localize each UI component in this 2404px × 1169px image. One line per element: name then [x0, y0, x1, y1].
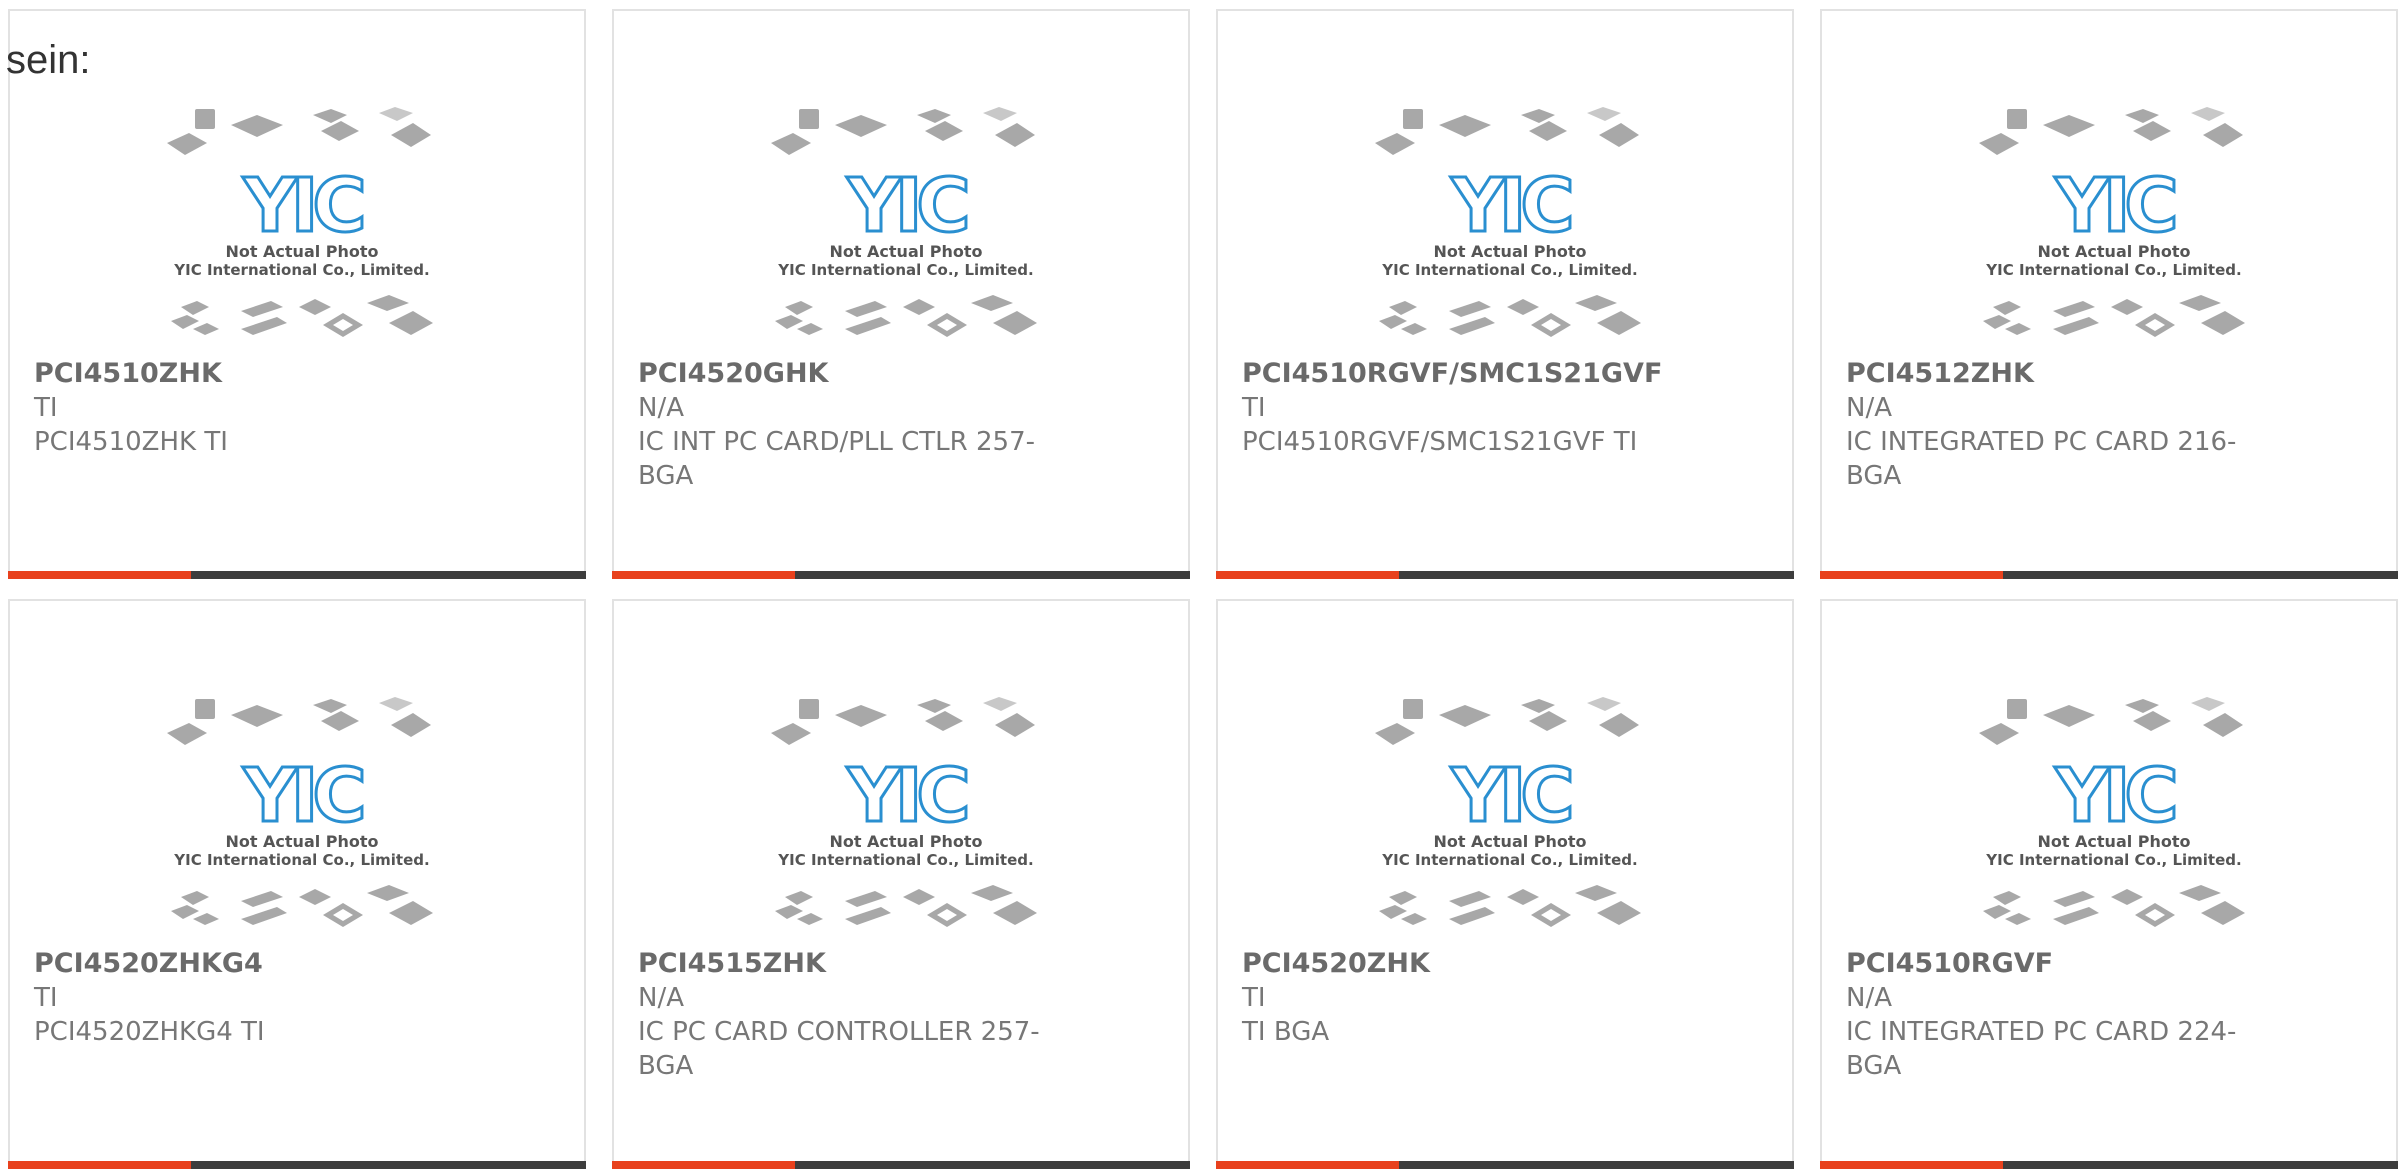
card-accent-bar — [1820, 1161, 2003, 1169]
company-caption: YIC International Co., Limited. — [1985, 851, 2241, 869]
product-image[interactable]: YIC Not Actual Photo YIC International Co.… — [1375, 693, 1645, 943]
product-card[interactable]: YIC Not Actual Photo YIC International Co.… — [8, 599, 586, 1169]
yic-logo: YIC — [2053, 162, 2182, 251]
part-number-link[interactable]: PCI4510ZHK — [34, 357, 454, 391]
manufacturer: N/A — [638, 393, 684, 423]
not-actual-photo-caption: Not Actual Photo — [2037, 242, 2190, 261]
product-info: PCI4515ZHK N/A IC PC CARD CONTROLLER 257… — [638, 947, 1058, 1083]
product-card[interactable]: YIC Not Actual Photo YIC International Co.… — [612, 9, 1190, 579]
product-description: PCI4520ZHKG4 TI — [34, 1017, 265, 1047]
manufacturer: TI — [1242, 393, 1266, 423]
svg-text:YIC: YIC — [1450, 163, 1570, 249]
card-accent-bar — [612, 1161, 795, 1169]
card-bottom-bar — [612, 1161, 1190, 1169]
yic-logo: YIC — [2053, 752, 2182, 841]
card-bottom-bar — [1820, 1161, 2398, 1169]
card-bottom-bar — [1216, 571, 1794, 579]
product-card[interactable]: YIC Not Actual Photo YIC International Co.… — [8, 9, 586, 579]
manufacturer: TI — [34, 983, 58, 1013]
svg-text:YIC: YIC — [846, 163, 966, 249]
card-bottom-bar — [8, 1161, 586, 1169]
not-actual-photo-caption: Not Actual Photo — [829, 242, 982, 261]
company-caption: YIC International Co., Limited. — [777, 851, 1033, 869]
part-number-link[interactable]: PCI4520ZHK — [1242, 947, 1662, 981]
card-accent-bar — [8, 1161, 191, 1169]
card-accent-bar — [612, 571, 795, 579]
product-info: PCI4510ZHK TI PCI4510ZHK TI — [34, 357, 454, 459]
product-info: PCI4520ZHK TI TI BGA — [1242, 947, 1662, 1049]
svg-text:YIC: YIC — [846, 753, 966, 839]
product-grid: YIC Not Actual Photo YIC International Co.… — [0, 0, 2404, 1169]
product-description: PCI4510RGVF/SMC1S21GVF TI — [1242, 427, 1638, 457]
product-info: PCI4520GHK N/A IC INT PC CARD/PLL CTLR 2… — [638, 357, 1058, 493]
product-card[interactable]: YIC Not Actual Photo YIC International Co.… — [1216, 599, 1794, 1169]
product-card[interactable]: YIC Not Actual Photo YIC International Co.… — [1820, 9, 2398, 579]
company-caption: YIC International Co., Limited. — [173, 851, 429, 869]
card-accent-bar — [1820, 571, 2003, 579]
product-image[interactable]: YIC Not Actual Photo YIC International Co.… — [167, 103, 437, 353]
manufacturer: N/A — [1846, 393, 1892, 423]
yic-logo: YIC — [241, 162, 370, 251]
product-info: PCI4510RGVF/SMC1S21GVF TI PCI4510RGVF/SM… — [1242, 357, 1662, 459]
manufacturer: N/A — [638, 983, 684, 1013]
card-bottom-bar — [1216, 1161, 1794, 1169]
company-caption: YIC International Co., Limited. — [1381, 261, 1637, 279]
part-number-link[interactable]: PCI4510RGVF/SMC1S21GVF — [1242, 357, 1662, 391]
svg-text:YIC: YIC — [2054, 753, 2174, 839]
not-actual-photo-caption: Not Actual Photo — [829, 832, 982, 851]
card-bottom-bar — [8, 571, 586, 579]
product-image[interactable]: YIC Not Actual Photo YIC International Co.… — [771, 693, 1041, 943]
product-image[interactable]: YIC Not Actual Photo YIC International Co.… — [1375, 103, 1645, 353]
product-description: IC PC CARD CONTROLLER 257-BGA — [638, 1017, 1040, 1081]
section-label: sein: — [6, 38, 91, 82]
company-caption: YIC International Co., Limited. — [1381, 851, 1637, 869]
product-image[interactable]: YIC Not Actual Photo YIC International Co.… — [771, 103, 1041, 353]
card-accent-bar — [1216, 1161, 1399, 1169]
product-image[interactable]: YIC Not Actual Photo YIC International Co.… — [1979, 103, 2249, 353]
product-image[interactable]: YIC Not Actual Photo YIC International Co.… — [167, 693, 437, 943]
yic-logo: YIC — [1449, 162, 1578, 251]
not-actual-photo-caption: Not Actual Photo — [2037, 832, 2190, 851]
manufacturer: TI — [1242, 983, 1266, 1013]
card-accent-bar — [8, 571, 191, 579]
yic-logo: YIC — [241, 752, 370, 841]
product-info: PCI4510RGVF N/A IC INTEGRATED PC CARD 22… — [1846, 947, 2266, 1083]
product-info: PCI4512ZHK N/A IC INTEGRATED PC CARD 216… — [1846, 357, 2266, 493]
product-description: IC INT PC CARD/PLL CTLR 257-BGA — [638, 427, 1036, 491]
manufacturer: N/A — [1846, 983, 1892, 1013]
product-description: IC INTEGRATED PC CARD 224-BGA — [1846, 1017, 2237, 1081]
yic-logo: YIC — [845, 752, 974, 841]
svg-text:YIC: YIC — [242, 753, 362, 839]
product-description: PCI4510ZHK TI — [34, 427, 228, 457]
product-image[interactable]: YIC Not Actual Photo YIC International Co.… — [1979, 693, 2249, 943]
not-actual-photo-caption: Not Actual Photo — [225, 242, 378, 261]
product-card[interactable]: YIC Not Actual Photo YIC International Co.… — [612, 599, 1190, 1169]
manufacturer: TI — [34, 393, 58, 423]
card-accent-bar — [1216, 571, 1399, 579]
svg-text:YIC: YIC — [1450, 753, 1570, 839]
part-number-link[interactable]: PCI4510RGVF — [1846, 947, 2266, 981]
product-description: IC INTEGRATED PC CARD 216-BGA — [1846, 427, 2237, 491]
not-actual-photo-caption: Not Actual Photo — [1433, 242, 1586, 261]
card-bottom-bar — [1820, 571, 2398, 579]
yic-logo: YIC — [845, 162, 974, 251]
product-card[interactable]: YIC Not Actual Photo YIC International Co.… — [1216, 9, 1794, 579]
yic-logo: YIC — [1449, 752, 1578, 841]
company-caption: YIC International Co., Limited. — [777, 261, 1033, 279]
company-caption: YIC International Co., Limited. — [173, 261, 429, 279]
svg-text:YIC: YIC — [242, 163, 362, 249]
part-number-link[interactable]: PCI4515ZHK — [638, 947, 1058, 981]
company-caption: YIC International Co., Limited. — [1985, 261, 2241, 279]
part-number-link[interactable]: PCI4520ZHKG4 — [34, 947, 454, 981]
product-description: TI BGA — [1242, 1017, 1330, 1047]
not-actual-photo-caption: Not Actual Photo — [1433, 832, 1586, 851]
part-number-link[interactable]: PCI4512ZHK — [1846, 357, 2266, 391]
product-info: PCI4520ZHKG4 TI PCI4520ZHKG4 TI — [34, 947, 454, 1049]
not-actual-photo-caption: Not Actual Photo — [225, 832, 378, 851]
card-bottom-bar — [612, 571, 1190, 579]
svg-text:YIC: YIC — [2054, 163, 2174, 249]
product-card[interactable]: YIC Not Actual Photo YIC International Co.… — [1820, 599, 2398, 1169]
part-number-link[interactable]: PCI4520GHK — [638, 357, 1058, 391]
